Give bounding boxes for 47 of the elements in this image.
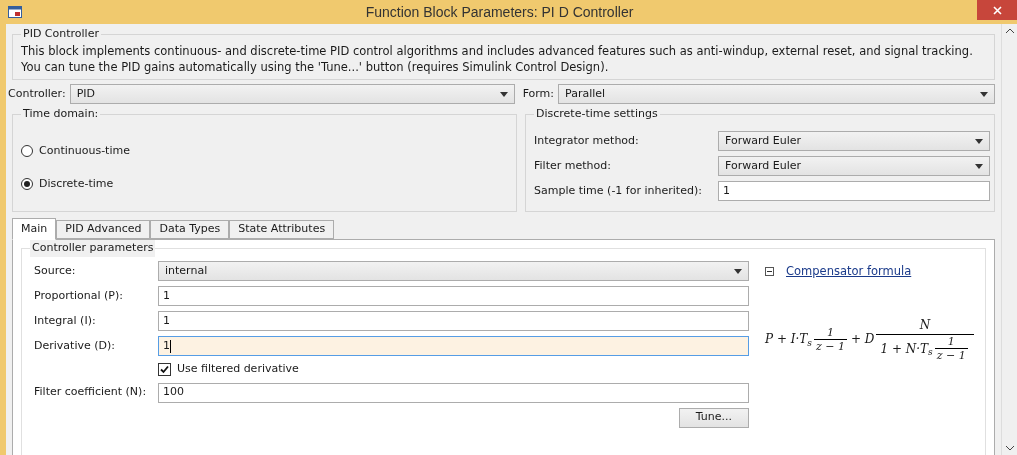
dropdown-caret-icon <box>975 138 983 144</box>
sample-time-field[interactable]: 1 <box>718 181 990 201</box>
radio-label: Continuous-time <box>39 143 130 159</box>
field-label: Sample time (-1 for inherited): <box>534 182 703 199</box>
field-label: Proportional (P): <box>34 287 124 304</box>
method-dropdown[interactable]: Forward Euler <box>718 131 990 151</box>
scroll-up-icon[interactable] <box>1005 28 1014 33</box>
form-dropdown[interactable]: Parallel <box>558 84 995 104</box>
parameter-field[interactable]: 1 <box>158 286 749 306</box>
parameter-field[interactable]: 100 <box>158 382 749 403</box>
close-button[interactable] <box>977 0 1017 20</box>
group-title: Controller parameters <box>30 240 156 257</box>
field-label: Filter method: <box>534 157 612 174</box>
dropdown-caret-icon <box>734 268 742 274</box>
field-label: Filter coefficient (N): <box>34 384 148 401</box>
field-label: Integrator method: <box>534 132 640 149</box>
tune-button[interactable]: Tune... <box>678 407 749 428</box>
source-dropdown[interactable]: internal <box>158 261 749 281</box>
scroll-down-icon[interactable] <box>1005 446 1014 451</box>
radio-button[interactable] <box>21 145 33 158</box>
tab[interactable]: Main <box>12 218 57 240</box>
parameter-field[interactable]: 1 <box>158 336 749 356</box>
field-label: Form: <box>522 85 555 102</box>
dropdown-caret-icon <box>975 163 983 169</box>
window-app-icon <box>8 6 22 18</box>
field-label: Integral (I): <box>34 312 97 329</box>
window-title: Function Block Parameters: PI D Controller <box>364 2 635 22</box>
tab[interactable]: Data Types <box>150 220 230 239</box>
compensator-formula-link[interactable]: Compensator formula <box>786 263 912 281</box>
parameter-field[interactable]: 1 <box>158 311 749 331</box>
close-icon <box>992 5 1002 15</box>
field-label: Derivative (D): <box>34 337 116 354</box>
checkbox-label: Use filtered derivative <box>177 361 299 377</box>
radio-label: Discrete-time <box>39 175 114 192</box>
tab[interactable]: PID Advanced <box>56 220 151 239</box>
tab[interactable]: State Attributes <box>229 220 335 239</box>
field-label: Controller: <box>8 85 66 102</box>
checkbox[interactable] <box>158 362 171 376</box>
description-text: This block implements continuous- and discrete-time PID control algorithms and includes advanced features such as anti-windup, external reset, and signal tracking. You can tune the PID gains automatically using the 'Tune...' button (requires Simulink Control Design). <box>21 43 974 75</box>
radio-button[interactable] <box>21 177 33 190</box>
collapse-icon[interactable] <box>765 267 774 277</box>
dropdown-caret-icon <box>980 91 988 97</box>
controller-dropdown[interactable]: PID <box>69 84 515 104</box>
dropdown-caret-icon <box>499 91 508 97</box>
method-dropdown[interactable]: Forward Euler <box>718 156 990 176</box>
field-label: Source: <box>34 262 77 279</box>
scrollbar[interactable] <box>1001 24 1017 455</box>
